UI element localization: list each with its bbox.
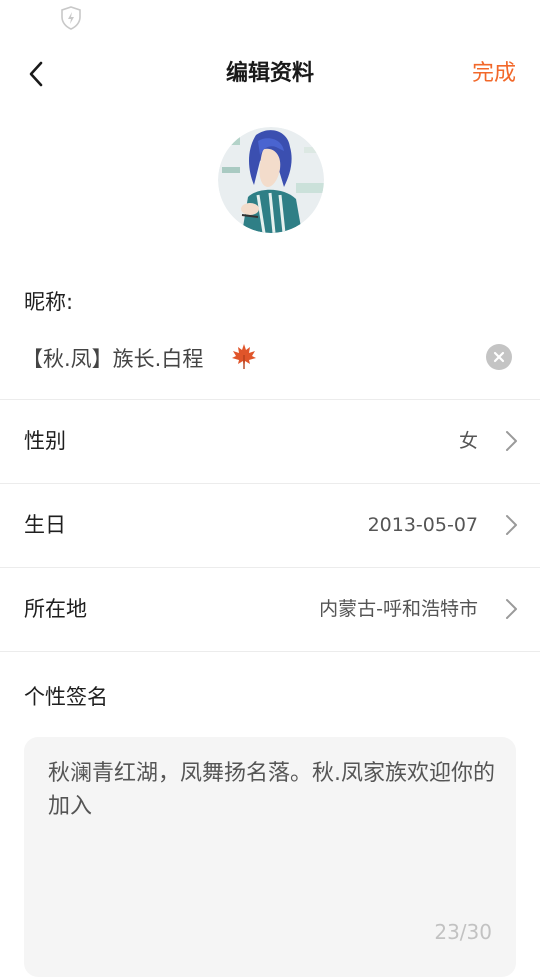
avatar-image [218, 127, 324, 233]
clear-circle-icon [493, 351, 505, 363]
clear-button[interactable] [486, 344, 512, 370]
nickname-label: 昵称: [24, 290, 74, 314]
gender-row[interactable]: 性别 女 [0, 400, 540, 483]
birthday-label: 生日 [24, 513, 66, 537]
gender-value: 女 [458, 430, 478, 452]
location-row[interactable]: 所在地 内蒙古-呼和浩特市 [0, 568, 540, 651]
chevron-right-icon [506, 515, 517, 535]
bio-char-counter: 23/30 [434, 920, 492, 944]
bio-textarea[interactable]: 秋澜青红湖，凤舞扬名落。秋.凤家族欢迎你的加入 [48, 757, 498, 897]
status-bar [0, 0, 540, 36]
location-label: 所在地 [24, 597, 87, 621]
bio-box: 秋澜青红湖，凤舞扬名落。秋.凤家族欢迎你的加入 23/30 [24, 737, 516, 977]
divider [0, 651, 540, 652]
done-button[interactable]: 完成 [472, 44, 516, 104]
avatar[interactable] [218, 127, 324, 233]
location-value: 内蒙古-呼和浩特市 [319, 598, 478, 620]
nickname-row [0, 322, 540, 394]
birthday-row[interactable]: 生日 2013-05-07 [0, 484, 540, 567]
chevron-right-icon [506, 599, 517, 619]
bio-label: 个性签名 [24, 685, 108, 709]
page-title: 编辑资料 [225, 61, 314, 86]
nav-bar: 编辑资料 完成 [0, 44, 540, 104]
gender-label: 性别 [24, 429, 66, 453]
maple-leaf-icon [232, 344, 256, 369]
battery-saver-shield-icon [61, 6, 81, 30]
chevron-right-icon [506, 431, 517, 451]
birthday-value: 2013-05-07 [367, 514, 478, 536]
